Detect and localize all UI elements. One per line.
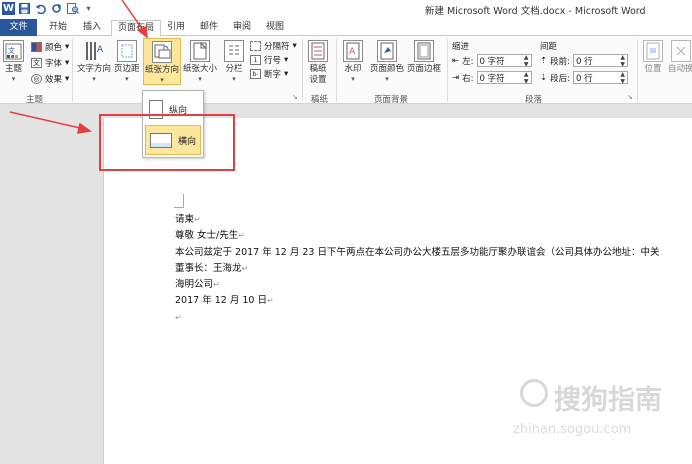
watermark-url: zhinan.sogou.com	[513, 422, 632, 437]
watermark-text: 搜狗指南	[554, 385, 662, 416]
arrow-to-menu	[9, 111, 92, 134]
arrow-to-orientation	[121, 0, 148, 39]
